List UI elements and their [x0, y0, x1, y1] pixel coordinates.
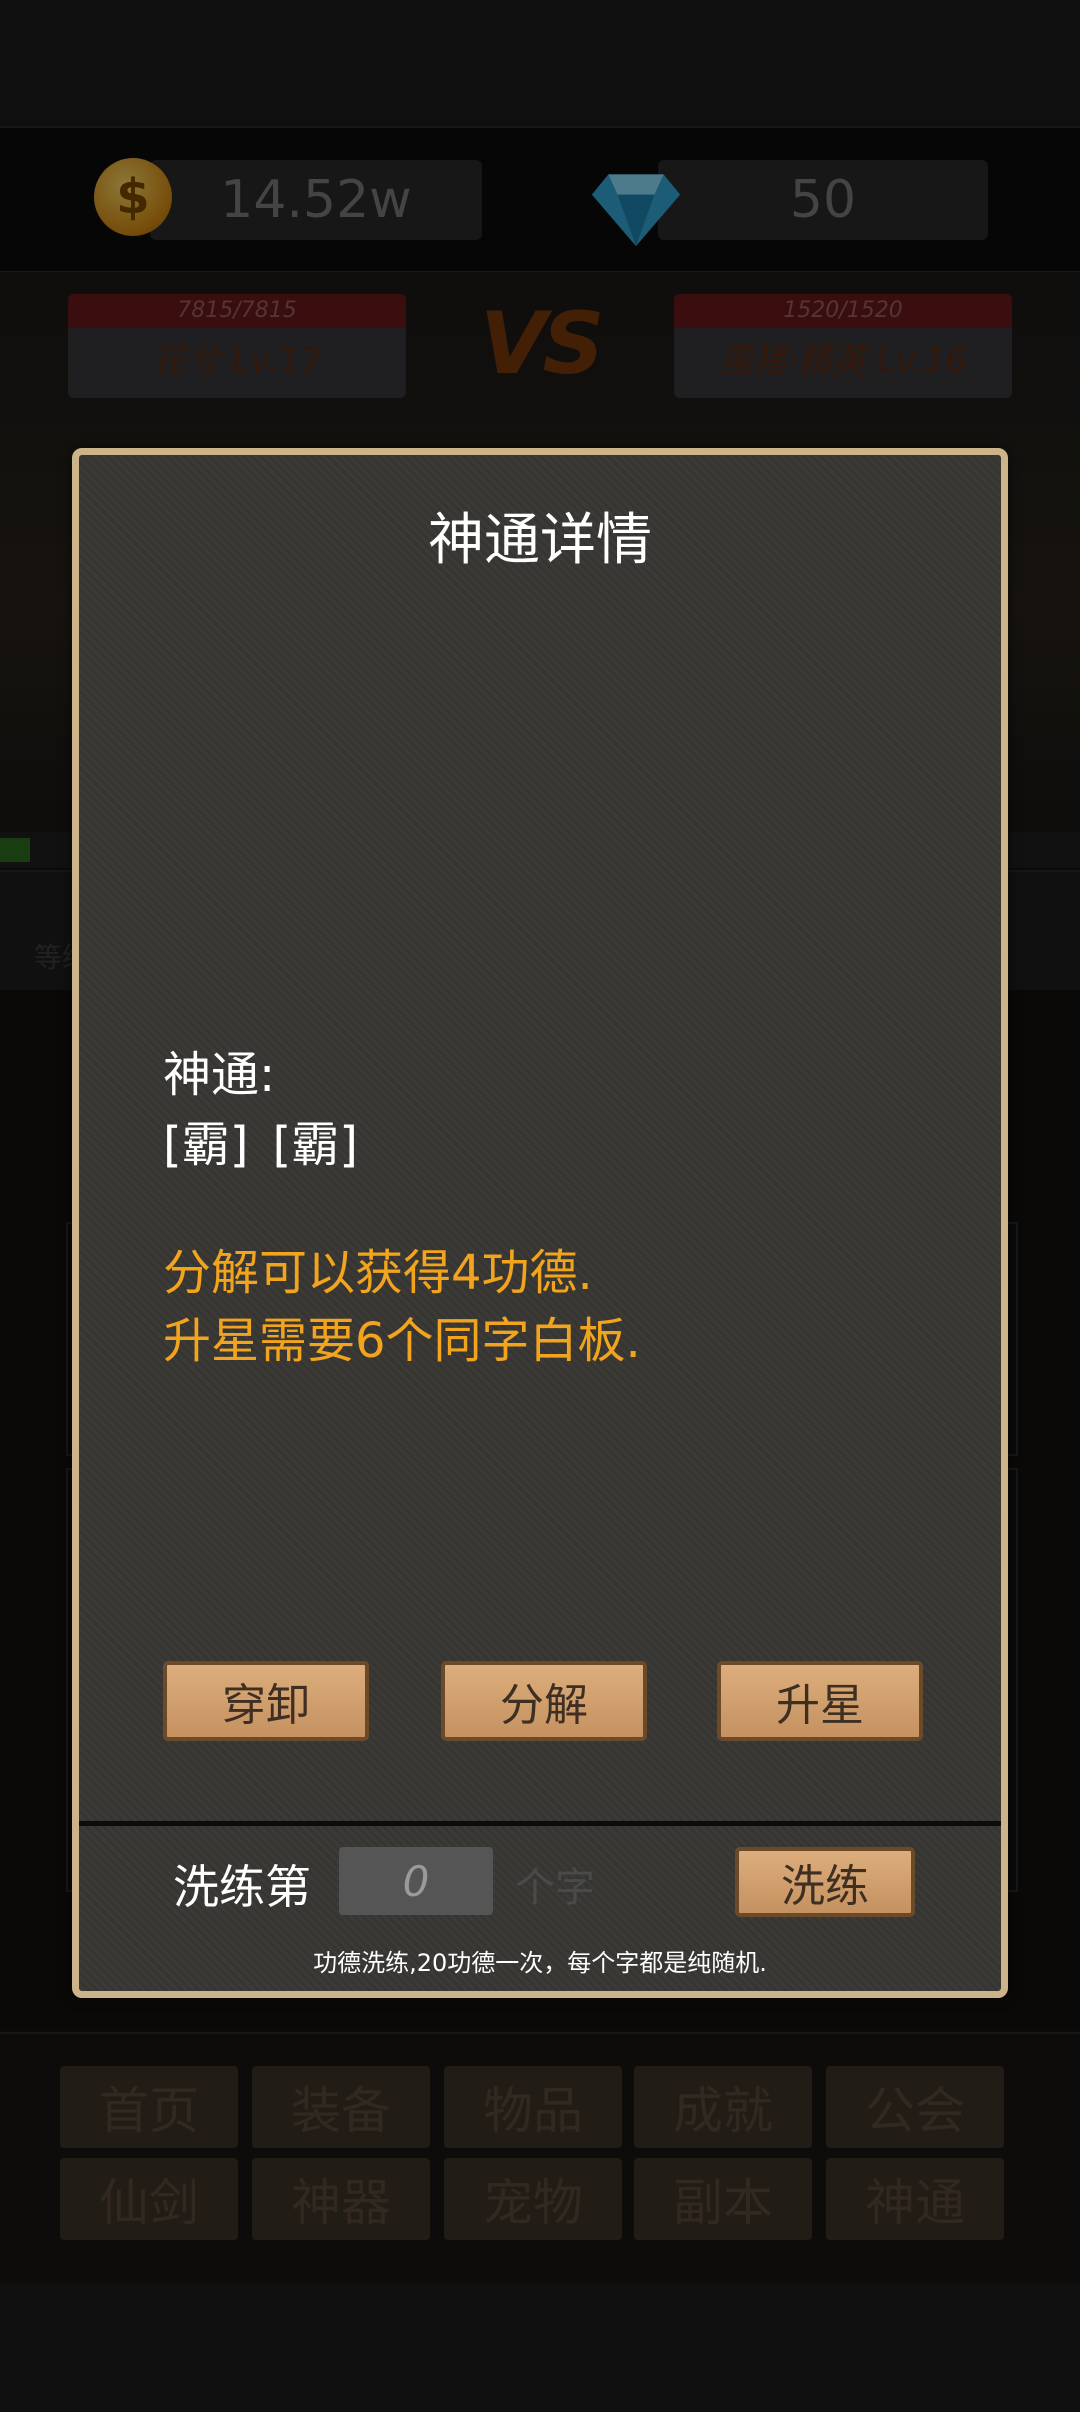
wash-unit: 个字: [515, 1865, 595, 1911]
upgrade-info: 升星需要6个同字白板.: [163, 1313, 641, 1369]
decompose-button[interactable]: 分解: [441, 1661, 647, 1741]
skill-char: [霸]: [272, 1117, 358, 1173]
decompose-info: 分解可以获得4功德.: [163, 1245, 593, 1301]
equip-button[interactable]: 穿卸: [163, 1661, 369, 1741]
skill-detail-dialog: 神通详情 神通: [霸] [霸] 分解可以获得4功德. 升星需要6个同字白板. 穿…: [72, 448, 1008, 1998]
wash-note: 功德洗练,20功德一次，每个字都是纯随机.: [313, 1949, 767, 1977]
skill-char: [霸]: [163, 1117, 249, 1173]
skill-chars: [霸] [霸]: [163, 1105, 382, 1175]
wash-button[interactable]: 洗练: [735, 1847, 915, 1917]
dialog-divider: [79, 1821, 1001, 1826]
upgrade-star-button[interactable]: 升星: [717, 1661, 923, 1741]
skill-label: 神通:: [163, 1047, 276, 1103]
wash-index-input[interactable]: [339, 1847, 493, 1915]
dialog-title: 神通详情: [428, 508, 652, 573]
wash-label: 洗练第: [173, 1860, 311, 1914]
